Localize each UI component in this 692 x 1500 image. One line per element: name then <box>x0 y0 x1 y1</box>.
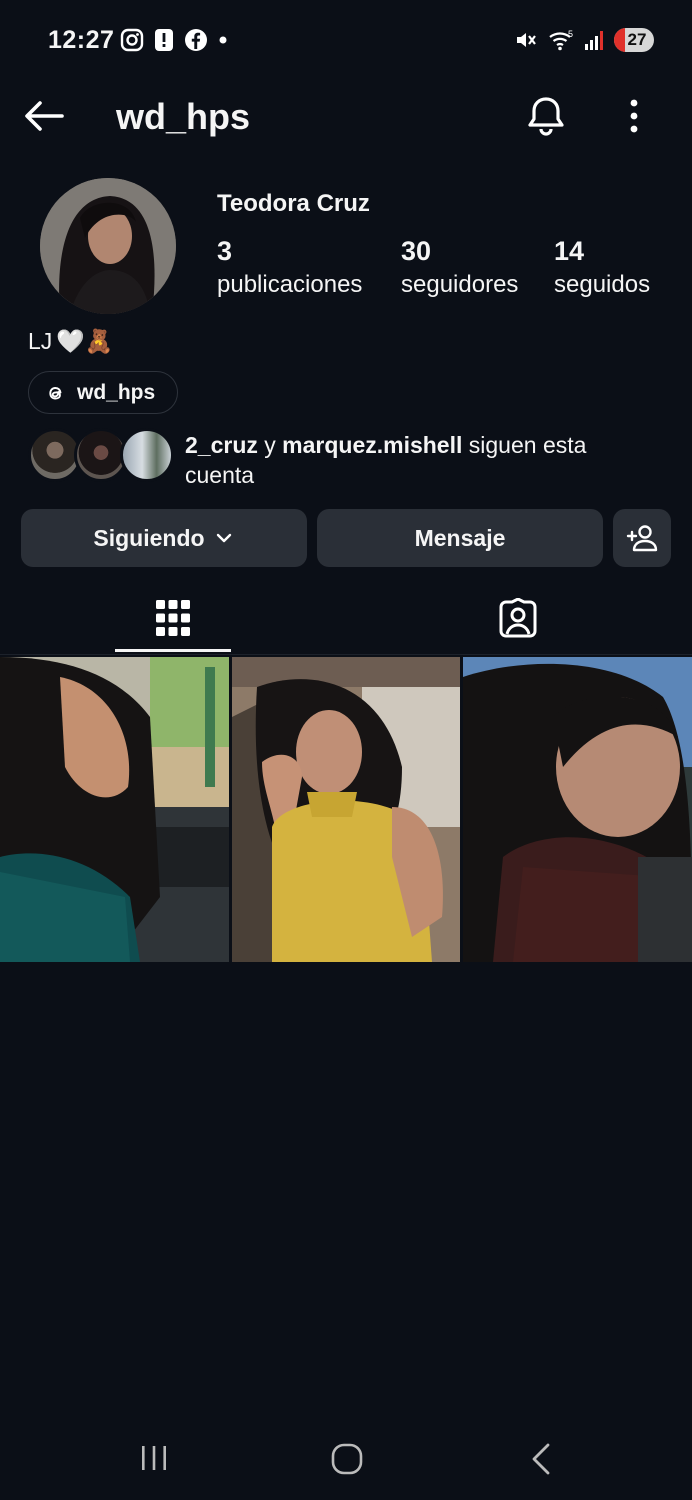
system-nav-bar <box>0 1420 692 1500</box>
status-bar: 12:27 5 27 <box>0 0 692 84</box>
header-username: wd_hps <box>116 96 251 137</box>
wifi-icon: 5 <box>549 29 573 51</box>
system-icons: 5 27 <box>514 28 654 52</box>
mutual-followers-text: 2_cruz y marquez.mishell siguen esta cue… <box>185 430 645 490</box>
bio-text: LJ <box>28 328 53 354</box>
back-nav-icon[interactable] <box>528 1442 556 1476</box>
bell-icon[interactable] <box>524 94 568 138</box>
profile-tabs <box>0 580 692 656</box>
stat-following-label: seguidos <box>554 271 651 298</box>
tabs-divider <box>0 654 692 655</box>
battery-indicator: 27 <box>614 28 654 52</box>
instagram-notif-icon <box>120 28 144 52</box>
following-label: Siguiendo <box>93 524 205 551</box>
stat-followers-value: 30 <box>401 236 432 266</box>
home-icon[interactable] <box>330 1442 364 1476</box>
stat-following-value: 14 <box>554 236 585 266</box>
mutual-user-2[interactable]: marquez.mishell <box>282 432 462 458</box>
profile-header: wd_hps <box>0 84 692 148</box>
suggest-people-button[interactable] <box>613 509 671 567</box>
chevron-down-icon <box>216 533 231 543</box>
add-person-icon <box>626 525 658 552</box>
mutual-user-1[interactable]: 2_cruz <box>185 432 258 458</box>
bio-emoji: 🤍🧸 <box>56 328 114 354</box>
stat-followers[interactable]: 30 seguidores <box>401 236 518 299</box>
stat-posts-label: publicaciones <box>217 271 363 298</box>
active-tab-indicator <box>115 649 231 652</box>
facebook-notif-icon <box>185 29 207 51</box>
notification-icons <box>120 28 228 52</box>
stat-posts[interactable]: 3 publicaciones <box>217 236 362 299</box>
posts-grid <box>0 657 692 962</box>
recent-apps-icon[interactable] <box>138 1442 170 1474</box>
battery-level: 27 <box>627 30 647 49</box>
alert-notif-icon <box>155 29 173 51</box>
dot-icon <box>219 36 227 44</box>
post-thumbnail-3[interactable] <box>463 657 692 962</box>
mute-icon <box>517 33 536 47</box>
wifi-badge: 5 <box>568 29 573 39</box>
status-time: 12:27 <box>48 26 115 54</box>
threads-icon <box>49 386 62 399</box>
stat-posts-value: 3 <box>217 236 233 266</box>
threads-handle: wd_hps <box>77 380 156 404</box>
grid-icon <box>156 600 190 636</box>
stat-following[interactable]: 14 seguidos <box>554 236 650 299</box>
more-vert-icon[interactable] <box>620 96 648 136</box>
stat-followers-label: seguidores <box>401 271 519 298</box>
back-arrow-icon[interactable] <box>20 96 68 136</box>
post-thumbnail-1[interactable] <box>0 657 229 962</box>
mutual-followers[interactable]: 2_cruz y marquez.mishell siguen esta cue… <box>28 428 668 488</box>
tab-posts-grid[interactable] <box>115 580 231 656</box>
post-thumbnail-2[interactable] <box>232 657 460 962</box>
mutual-avatar-3 <box>120 428 174 482</box>
bio: LJ 🤍🧸 <box>28 328 114 355</box>
full-name: Teodora Cruz <box>217 190 370 217</box>
message-button[interactable]: Mensaje <box>317 509 603 567</box>
message-label: Mensaje <box>414 524 506 551</box>
signal-icon <box>585 31 603 50</box>
following-button[interactable]: Siguiendo <box>21 509 307 567</box>
mutual-connector: y <box>257 432 283 458</box>
avatar[interactable] <box>40 178 176 314</box>
tab-tagged[interactable] <box>460 580 576 656</box>
threads-link[interactable]: wd_hps <box>28 371 178 414</box>
tagged-icon <box>499 598 537 638</box>
